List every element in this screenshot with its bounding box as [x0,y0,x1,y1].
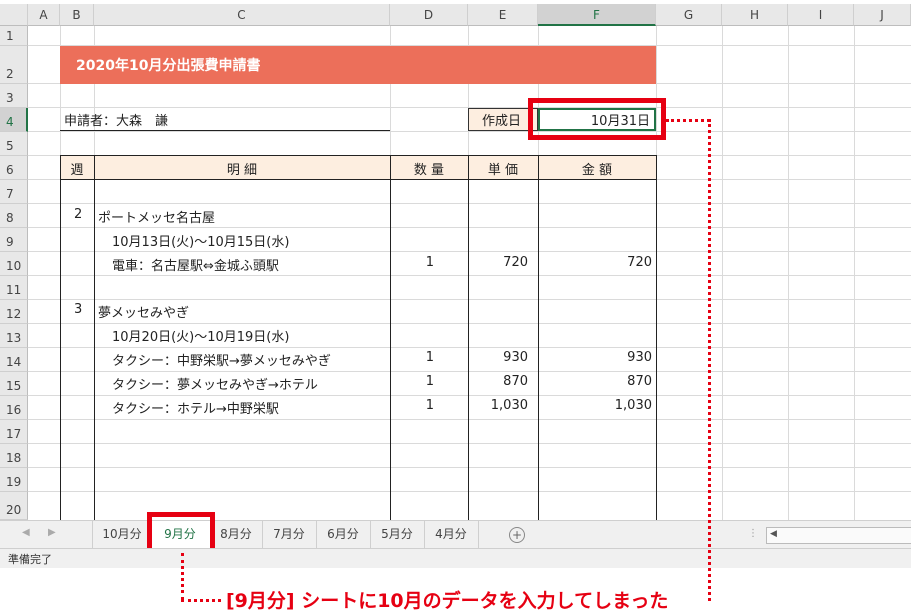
connector-dotted-line [181,553,184,600]
row-header-11[interactable]: 11 [0,276,28,300]
highlight-box-active-tab [147,512,215,553]
sheet-tab-july[interactable]: 7月分 [262,521,317,548]
table-cell-qty[interactable]: 1 [390,374,434,389]
connector-dotted-line [666,119,710,122]
row-header-4[interactable]: 4 [0,108,28,132]
table-cell-amount[interactable]: 870 [538,374,652,389]
table-cell-place[interactable]: 夢メッセみやぎ [98,302,189,321]
connector-dotted-line [181,599,221,602]
header-unit-price: 単 価 [487,163,519,178]
table-cell-amount[interactable]: 930 [538,350,652,365]
table-cell-place[interactable]: ポートメッセ名古屋 [98,207,215,226]
applicant-name[interactable]: 申請者：大森 謙 [64,110,168,129]
sheet-tab-june[interactable]: 6月分 [316,521,371,548]
annotation-caption: [9月分] シートに10月のデータを入力してしまった [226,590,669,612]
row-header-14[interactable]: 14 [0,348,28,372]
connector-dotted-line [708,119,711,601]
tab-splitter-icon[interactable]: ⋮ [748,528,758,539]
highlight-box-created-date [528,98,666,140]
row-header-6[interactable]: 6 [0,156,28,180]
table-cell-item[interactable]: タクシー：ホテル→中野栄駅 [112,398,279,417]
table-cell-qty[interactable]: 1 [390,255,434,270]
row-header-15[interactable]: 15 [0,372,28,396]
column-header-b[interactable]: B [60,4,94,26]
sheet-tab-bar: ◀ ▶ 10月分 9月分 8月分 7月分 6月分 5月分 4月分 + ⋮ ◀ [0,520,911,549]
column-header-f[interactable]: F [538,4,656,26]
row-header-3[interactable]: 3 [0,84,28,108]
table-cell-item[interactable]: タクシー：中野栄駅→夢メッセみやぎ [112,350,331,369]
column-header-d[interactable]: D [390,4,468,26]
row-header-13[interactable]: 13 [0,324,28,348]
row-header-20[interactable]: 20 [0,492,28,520]
status-bar: 準備完了 [0,548,911,568]
table-cell-week[interactable]: 2 [74,207,82,222]
sheet-tab-august[interactable]: 8月分 [210,521,263,548]
table-cell-amount[interactable]: 1,030 [538,398,652,413]
sheet-tab-may[interactable]: 5月分 [370,521,425,548]
table-cell-week[interactable]: 3 [74,302,82,317]
scroll-first-sheet-icon[interactable]: ◀ [22,527,30,538]
row-header-10[interactable]: 10 [0,252,28,276]
column-header-c[interactable]: C [94,4,390,26]
table-cell-item[interactable]: タクシー：夢メッセみやぎ→ホテル [112,374,318,393]
row-header-5[interactable]: 5 [0,132,28,156]
add-sheet-icon[interactable]: + [509,527,525,543]
column-header-a[interactable]: A [28,4,60,26]
table-cell-unit-price[interactable]: 930 [468,350,528,365]
table-cell-qty[interactable]: 1 [390,398,434,413]
row-header-19[interactable]: 19 [0,468,28,492]
column-header-j[interactable]: J [854,4,911,26]
table-cell-qty[interactable]: 1 [390,350,434,365]
status-text: 準備完了 [8,553,52,566]
select-all-corner[interactable] [0,4,28,26]
row-header-9[interactable]: 9 [0,228,28,252]
scroll-last-sheet-icon[interactable]: ▶ [48,527,56,538]
header-amount: 金 額 [581,163,613,178]
row-header-18[interactable]: 18 [0,444,28,468]
horizontal-scrollbar[interactable]: ◀ [766,527,911,544]
column-header-h[interactable]: H [722,4,788,26]
table-cell-item[interactable]: 電車：名古屋駅⇔金城ふ頭駅 [112,255,279,274]
created-label: 作成日 [482,114,522,129]
table-cell-date[interactable]: 10月13日(火)～10月15日(水) [112,231,289,250]
row-header-7[interactable]: 7 [0,180,28,204]
table-cell-unit-price[interactable]: 870 [468,374,528,389]
column-header-i[interactable]: I [788,4,854,26]
table-cell-unit-price[interactable]: 1,030 [468,398,528,413]
table-cell-unit-price[interactable]: 720 [468,255,528,270]
sheet-tab-april[interactable]: 4月分 [424,521,479,548]
row-header-12[interactable]: 12 [0,300,28,324]
sheet-tab-october[interactable]: 10月分 [92,521,152,548]
table-cell-date[interactable]: 10月20日(火)～10月19日(水) [112,326,289,345]
row-header-17[interactable]: 17 [0,420,28,444]
row-header-2[interactable]: 2 [0,46,28,84]
scroll-left-icon[interactable]: ◀ [770,529,777,539]
column-header-g[interactable]: G [656,4,722,26]
header-detail: 明 細 [226,163,258,178]
header-week: 週 [70,163,84,178]
row-header-8[interactable]: 8 [0,204,28,228]
header-qty: 数 量 [413,163,445,178]
row-header-1[interactable]: 1 [0,26,28,46]
row-header-16[interactable]: 16 [0,396,28,420]
column-header-e[interactable]: E [468,4,538,26]
report-title: 2020年10月分出張費申請書 [76,58,261,74]
table-cell-amount[interactable]: 720 [538,255,652,270]
